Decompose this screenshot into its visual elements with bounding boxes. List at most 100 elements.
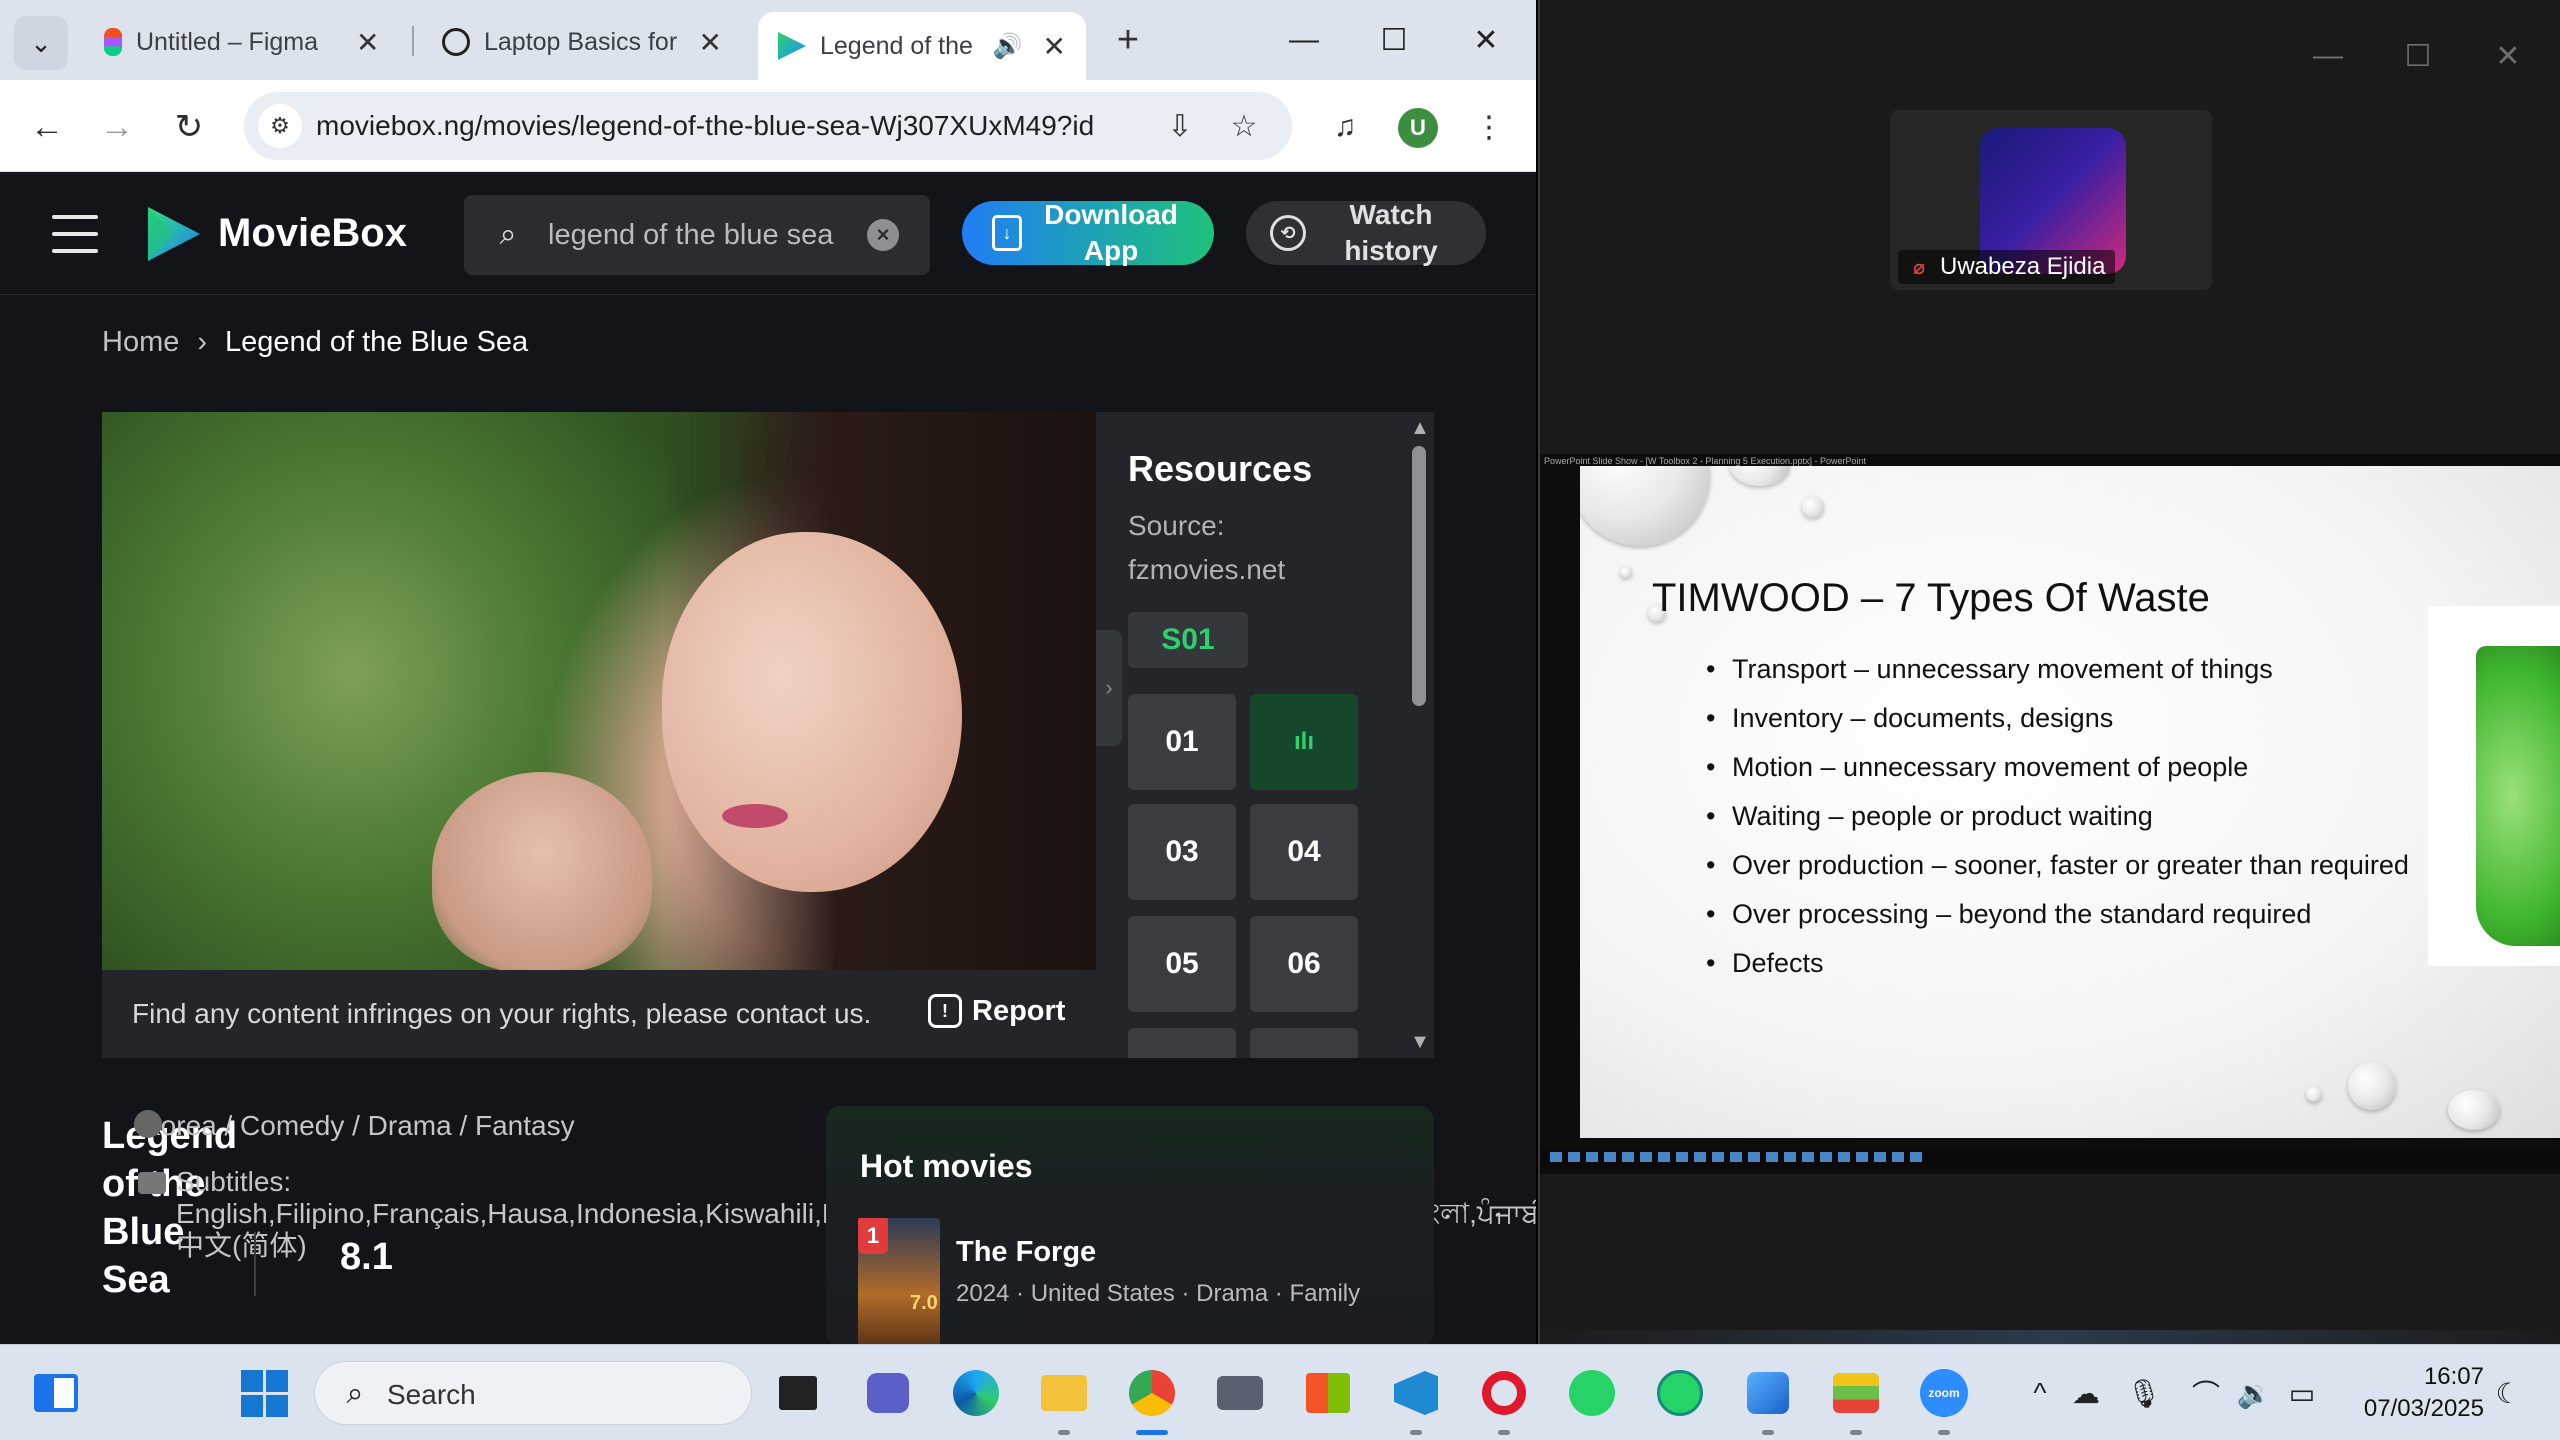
battery-charging-icon[interactable]: ▭ [2282,1371,2322,1415]
download-app-button[interactable]: ↓ Download App [962,199,1214,266]
reload-button[interactable]: ↻ [164,102,214,152]
profile-avatar[interactable]: U [1398,108,1438,148]
zoom-maximize-button[interactable]: ☐ [2398,36,2438,76]
whatsapp-business-icon[interactable] [1650,1363,1710,1423]
green-bucket-image [2476,646,2560,946]
moviebox-icon [778,32,806,60]
search-input[interactable] [548,213,848,257]
history-clock-icon: ⟲ [1270,215,1306,251]
address-bar[interactable]: ⚙ moviebox.ng/movies/legend-of-the-blue-… [244,92,1292,160]
scroll-up-icon[interactable]: ▲ [1408,416,1432,440]
new-tab-button[interactable]: + [1104,16,1152,64]
onedrive-icon[interactable]: ☁ [2066,1371,2106,1415]
collapse-panel-icon[interactable]: › [1096,630,1122,746]
edge-icon[interactable] [946,1363,1006,1423]
minimize-button[interactable]: — [1274,14,1334,66]
episode-button[interactable] [1250,1028,1358,1058]
audio-playing-icon[interactable]: 🔊 [993,32,1023,61]
start-icon[interactable] [234,1363,294,1423]
bookmark-star-icon[interactable]: ☆ [1224,106,1264,146]
tab-legend-blue-sea[interactable]: Legend of the Blue Sea 🔊 ✕ [758,12,1086,80]
tab-title: Untitled – Figma [136,27,319,56]
tab-separator [412,26,414,56]
camera-icon[interactable] [1210,1363,1270,1423]
watch-history-button[interactable]: ⟲ Watch history [1246,199,1486,266]
scroll-down-icon[interactable]: ▼ [1408,1030,1432,1054]
zoom-icon[interactable]: zoom [1914,1363,1974,1435]
slide-bullet: Transport – unnecessary movement of thin… [1706,648,2432,691]
slide-bullets: Transport – unnecessary movement of thin… [1706,648,2432,991]
bluestacks-icon[interactable] [1826,1363,1886,1435]
tab-figma[interactable]: Untitled – Figma ✕ [84,12,404,72]
maximize-button[interactable]: ☐ [1364,14,1424,66]
brand-name[interactable]: MovieBox [218,211,407,256]
file-explorer-icon[interactable] [1034,1363,1094,1435]
video-strip [1540,1330,2560,1344]
media-control-icon[interactable]: ♫ [1320,102,1370,152]
volume-icon[interactable]: 🔉 [2234,1371,2274,1415]
episode-button[interactable]: 04 [1250,804,1358,900]
hot-movies-panel: Hot movies 1 7.0 The Forge 2024 · United… [826,1106,1434,1344]
widgets-icon[interactable] [26,1363,86,1423]
water-drop-decoration [1802,496,1824,518]
episode-button[interactable]: 01 [1128,694,1236,790]
episode-button[interactable]: 06 [1250,916,1358,1012]
mic-muted-icon: ⌀ [1912,256,1926,279]
water-drop-decoration [2448,1090,2500,1130]
url-text[interactable]: moviebox.ng/movies/legend-of-the-blue-se… [316,110,1096,142]
movie-rating: 8.1 [340,1236,393,1278]
chrome-icon[interactable] [1122,1363,1182,1435]
video-player[interactable] [102,412,1096,970]
episode-button[interactable]: 05 [1128,916,1236,1012]
photos-icon[interactable] [1738,1363,1798,1435]
menu-icon[interactable] [52,215,98,253]
back-button[interactable]: ← [22,102,72,152]
episode-button-playing[interactable]: ılı [1250,694,1358,790]
wifi-icon[interactable]: ⌒ [2186,1371,2226,1415]
slide-bullet: Inventory – documents, designs [1706,697,2432,740]
participant-tile[interactable]: Uwabeza Ejidia ⌀ [1890,110,2212,290]
hot-movie-meta: 2024 · United States · Drama · Family [956,1280,1361,1307]
episode-button[interactable] [1128,1028,1236,1058]
opera-icon[interactable] [1474,1363,1534,1435]
hot-movie-title[interactable]: The Forge [956,1236,1096,1269]
tab-title: Legend of the Blue Sea [820,31,979,60]
scrollbar-thumb[interactable] [1412,446,1426,706]
screen-share: PowerPoint Slide Show - [W Toolbox 2 - P… [1540,454,2560,1174]
close-window-button[interactable]: ✕ [1456,14,1516,66]
breadcrumb-home[interactable]: Home [102,326,179,359]
close-tab-icon[interactable]: ✕ [356,26,379,59]
teams-chat-icon[interactable] [858,1363,918,1423]
browser-window: ⌄ Untitled – Figma ✕ Laptop Basics for B… [0,0,1536,1344]
season-button[interactable]: S01 [1128,612,1248,668]
forward-button[interactable]: → [92,102,142,152]
install-app-icon[interactable]: ⇩ [1160,106,1200,146]
microphone-icon[interactable]: 🎙 [2124,1371,2164,1415]
episode-button[interactable]: 03 [1128,804,1236,900]
vscode-icon[interactable] [1386,1363,1446,1435]
browser-toolbar: ← → ↻ ⚙ moviebox.ng/movies/legend-of-the… [0,80,1536,172]
clock[interactable]: 16:07 07/03/2025 [2334,1361,2484,1425]
task-view-icon[interactable] [768,1363,828,1423]
download-app-label: Download App [1044,199,1178,266]
report-button[interactable]: ! Report [928,994,1065,1028]
moviebox-logo-icon[interactable] [144,203,202,265]
tab-search-button[interactable]: ⌄ [14,16,68,70]
site-info-icon[interactable]: ⚙ [258,104,302,148]
zoom-close-button[interactable]: ✕ [2488,36,2528,76]
close-tab-icon[interactable]: ✕ [1043,30,1066,63]
search-icon[interactable]: ⌕ [490,217,526,253]
microsoft-store-icon[interactable] [1298,1363,1358,1423]
whatsapp-icon[interactable] [1562,1363,1622,1423]
playing-bars-icon: ılı [1293,728,1314,755]
zoom-minimize-button[interactable]: — [2308,36,2348,76]
taskbar-search[interactable]: ⌕ Search [314,1361,752,1425]
do-not-disturb-icon[interactable]: ☾ [2488,1371,2528,1415]
clear-search-icon[interactable]: × [867,219,899,251]
show-hidden-icons-icon[interactable]: ^ [2020,1371,2060,1415]
tab-laptop-basics[interactable]: Laptop Basics for Beginners ✕ [422,12,742,72]
resources-panel: › Resources Source: fzmovies.net S01 01 … [1096,412,1434,1058]
hot-movies-heading: Hot movies [860,1148,1033,1184]
browser-menu-icon[interactable]: ⋮ [1464,102,1514,152]
close-tab-icon[interactable]: ✕ [699,26,722,59]
